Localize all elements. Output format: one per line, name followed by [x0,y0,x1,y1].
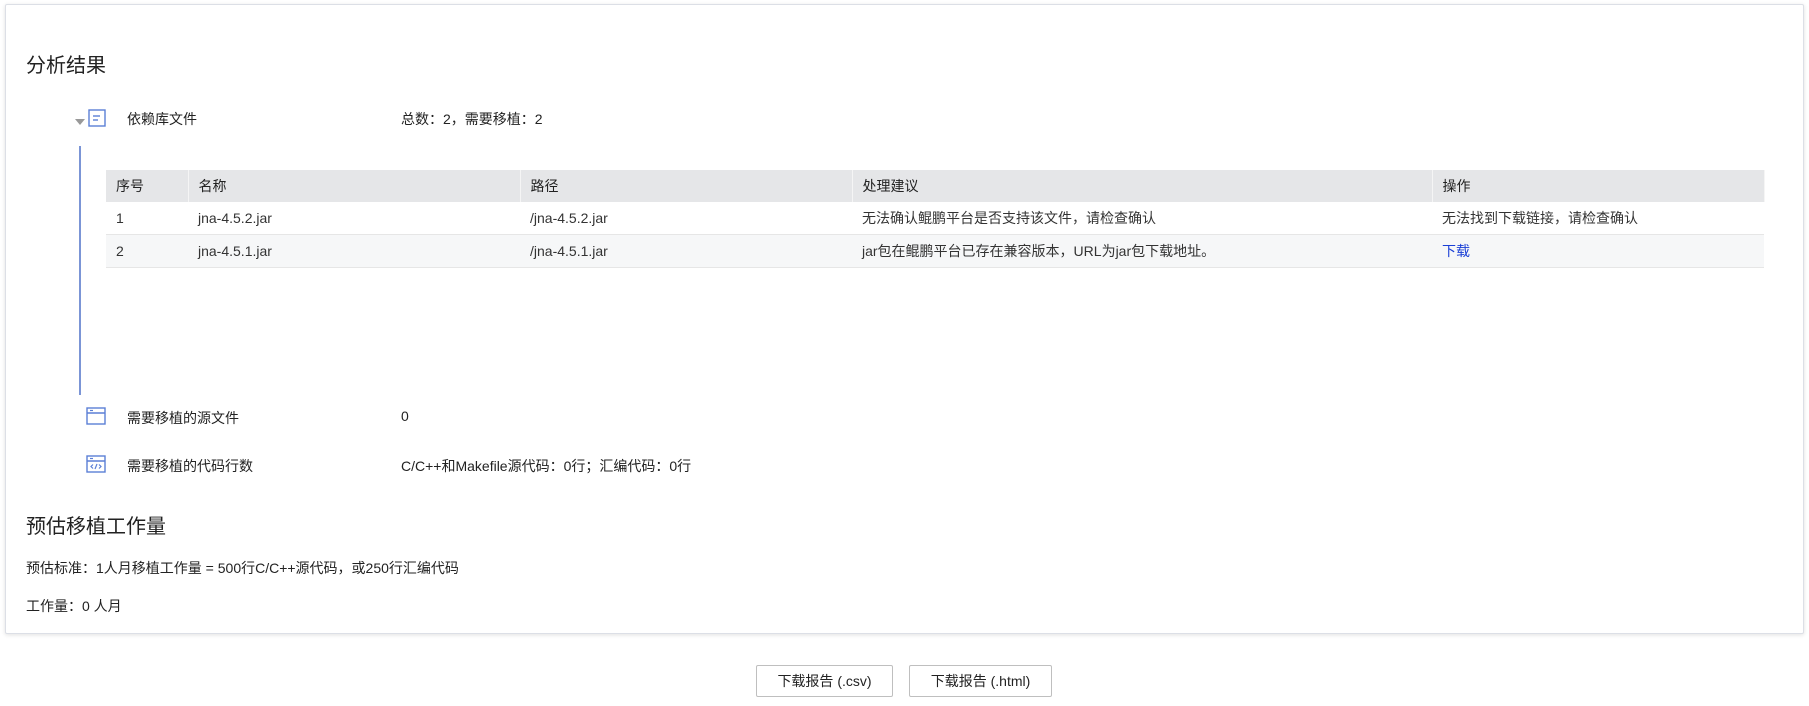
code-lines-label: 需要移植的代码行数 [127,458,253,474]
source-files-value: 0 [401,408,409,424]
col-action-header: 操作 [1432,170,1765,202]
estimate-workload: 工作量：0 人月 [26,598,122,614]
col-name-header: 名称 [188,170,521,202]
download-csv-button[interactable]: 下载报告 (.csv) [756,665,893,697]
table-header-row: 序号 名称 路径 处理建议 操作 [106,170,1765,202]
source-file-icon [86,407,106,425]
collapse-caret-icon[interactable] [75,119,85,125]
cell-advice: jar包在鲲鹏平台已存在兼容版本，URL为jar包下载地址。 [852,234,1432,268]
tree-connector-line [79,146,81,395]
cell-name: jna-4.5.2.jar [188,202,520,235]
document-icon [88,109,106,127]
analysis-card: 分析结果 依赖库文件 总数：2，需要移植：2 序号 名称 路径 处理建议 操作 … [5,4,1804,634]
dependency-label: 依赖库文件 [127,111,197,127]
col-path-header: 路径 [520,170,853,202]
cell-advice: 无法确认鲲鹏平台是否支持该文件，请检查确认 [852,202,1432,235]
analysis-title: 分析结果 [26,55,106,77]
cell-index: 2 [106,234,188,268]
download-link[interactable]: 下载 [1442,243,1470,259]
code-lines-value: C/C++和Makefile源代码：0行；汇编代码：0行 [401,458,692,474]
estimate-title: 预估移植工作量 [26,516,166,538]
source-files-label: 需要移植的源文件 [127,410,239,426]
dependency-summary: 总数：2，需要移植：2 [401,111,543,127]
cell-index: 1 [106,202,188,235]
cell-action: 无法找到下载链接，请检查确认 [1432,202,1764,235]
col-advice-header: 处理建议 [852,170,1433,202]
estimate-standard: 预估标准：1人月移植工作量 = 500行C/C++源代码，或250行汇编代码 [26,560,459,576]
col-index-header: 序号 [106,170,189,202]
code-icon [86,455,106,473]
cell-path: /jna-4.5.2.jar [520,202,852,235]
cell-name: jna-4.5.1.jar [188,234,520,268]
dependency-table: 序号 名称 路径 处理建议 操作 1 jna-4.5.2.jar /jna-4.… [106,170,1765,268]
download-html-button[interactable]: 下载报告 (.html) [909,665,1052,697]
cell-path: /jna-4.5.1.jar [520,234,852,268]
table-row: 1 jna-4.5.2.jar /jna-4.5.2.jar 无法确认鲲鹏平台是… [106,202,1764,235]
table-row: 2 jna-4.5.1.jar /jna-4.5.1.jar jar包在鲲鹏平台… [106,234,1764,268]
